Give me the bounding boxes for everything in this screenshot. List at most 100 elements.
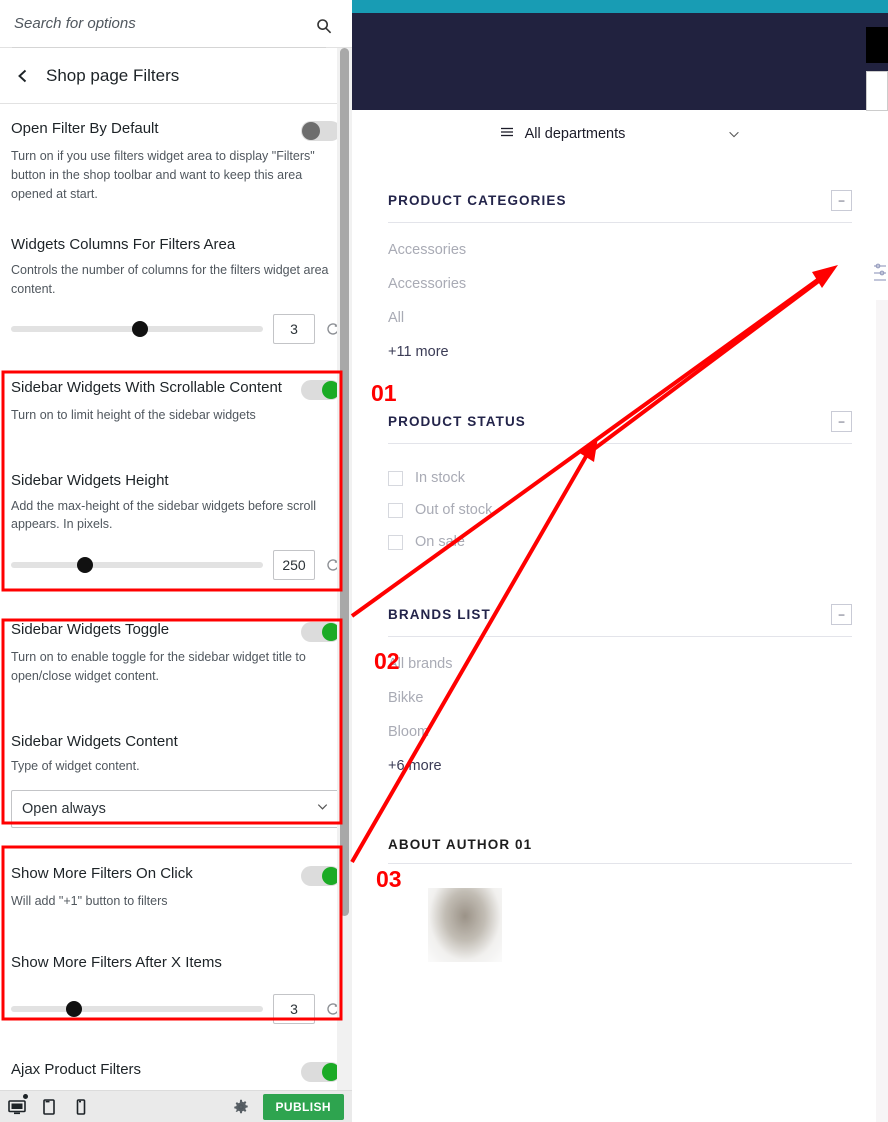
- list-item[interactable]: Accessories: [388, 233, 852, 267]
- hamburger-icon: [499, 124, 515, 145]
- divider: [388, 863, 852, 864]
- product-status-collapse-button[interactable]: −: [831, 411, 852, 432]
- control-show-more-filters-after-x-items: Show More Filters After X Items 3: [0, 921, 352, 1035]
- list-item[interactable]: Bloom: [388, 715, 852, 749]
- control-sidebar-widgets-with-scrollable-content: Sidebar Widgets With Scrollable Content …: [0, 354, 352, 435]
- sidebar-scrollbar-thumb[interactable]: [340, 48, 349, 916]
- widget-product-categories: PRODUCT CATEGORIES − Accessories Accesso…: [388, 158, 852, 369]
- gear-icon[interactable]: [233, 1099, 249, 1115]
- widget-about-author-01: ABOUT AUTHOR 01: [388, 783, 852, 962]
- widget-title: ABOUT AUTHOR 01: [388, 837, 533, 852]
- sidebar-widgets-content-select[interactable]: Open always: [11, 789, 341, 828]
- page-title: Shop page Filters: [46, 65, 180, 85]
- widgets-columns-slider[interactable]: [11, 321, 263, 338]
- checkbox-label: In stock: [415, 470, 465, 486]
- customizer-footer: PUBLISH: [0, 1090, 352, 1122]
- control-description: Add the max-height of the sidebar widget…: [11, 498, 317, 532]
- control-description: Will add "+1" button to filters: [11, 893, 168, 908]
- divider: [388, 636, 852, 637]
- control-description: Turn on if you use filters widget area t…: [11, 149, 315, 201]
- list-item[interactable]: Out of stock: [388, 494, 852, 526]
- publish-button[interactable]: PUBLISH: [262, 1093, 344, 1120]
- tablet-icon[interactable]: [40, 1098, 58, 1116]
- control-open-filter-by-default: Open Filter By Default Turn on if you us…: [0, 105, 352, 213]
- search-input[interactable]: [12, 14, 306, 33]
- widget-title: PRODUCT STATUS: [388, 414, 526, 429]
- chevron-down-icon: [727, 127, 741, 141]
- control-label: Sidebar Widgets Toggle: [11, 621, 170, 638]
- checkbox-in-stock[interactable]: [388, 470, 403, 486]
- control-sidebar-widgets-height: Sidebar Widgets Height Add the max-heigh…: [0, 435, 352, 590]
- sidebar-widgets-toggle-switch[interactable]: [301, 622, 341, 642]
- control-label: Open Filter By Default: [11, 120, 159, 137]
- back-chevron-icon[interactable]: [14, 67, 32, 85]
- control-description: Type of widget content.: [11, 759, 140, 773]
- all-departments-bar[interactable]: All departments: [352, 110, 888, 158]
- search-icon[interactable]: [316, 18, 332, 34]
- sidebar-widgets-height-value[interactable]: 250: [273, 550, 315, 580]
- header-light-block: [866, 71, 888, 111]
- widget-product-status: PRODUCT STATUS − In stock Out of stock O…: [388, 369, 852, 558]
- control-description: Turn on to enable toggle for the sidebar…: [11, 650, 306, 683]
- control-widgets-columns-for-filters-area: Widgets Columns For Filters Area Control…: [0, 213, 352, 354]
- widget-title: BRANDS LIST: [388, 607, 491, 622]
- panel-header: Shop page Filters: [0, 48, 352, 104]
- list-item[interactable]: Accessories: [388, 267, 852, 301]
- site-preview: All departments PRODUCT CATEGORIES − Acc…: [352, 0, 888, 1122]
- filter-sliders-icon[interactable]: [874, 262, 888, 284]
- list-item[interactable]: Bikke: [388, 681, 852, 715]
- widgets-columns-value[interactable]: 3: [273, 314, 315, 345]
- brands-list-collapse-button[interactable]: −: [831, 604, 852, 625]
- control-description: Turn on to limit height of the sidebar w…: [11, 408, 256, 423]
- header-dark-block: [866, 27, 888, 63]
- control-sidebar-widgets-content: Sidebar Widgets Content Type of widget c…: [0, 696, 352, 838]
- sidebar-widgets-scrollable-toggle[interactable]: [301, 380, 341, 401]
- desktop-icon[interactable]: [8, 1098, 26, 1116]
- preview-right-edge-panel: [876, 300, 888, 1122]
- all-departments-label: All departments: [524, 126, 626, 142]
- checkbox-label: On sale: [415, 534, 465, 550]
- show-more-filters-toggle[interactable]: [301, 865, 341, 886]
- widget-title: PRODUCT CATEGORIES: [388, 193, 567, 208]
- widget-brands-list: BRANDS LIST − All brands Bikke Bloom +6 …: [388, 558, 852, 783]
- chevron-down-icon: [315, 799, 330, 818]
- status-checkbox-list: In stock Out of stock On sale: [388, 462, 852, 558]
- product-categories-collapse-button[interactable]: −: [831, 190, 852, 211]
- sidebar-widgets-height-slider[interactable]: [11, 557, 263, 573]
- open-filter-by-default-toggle[interactable]: [301, 121, 341, 141]
- list-item[interactable]: In stock: [388, 462, 852, 494]
- control-label: Show More Filters On Click: [11, 864, 193, 882]
- control-label: Sidebar Widgets Content: [11, 732, 178, 750]
- control-label: Show More Filters After X Items: [11, 953, 222, 971]
- category-list: Accessories Accessories All +11 more: [388, 233, 852, 369]
- control-label: Sidebar Widgets With Scrollable Content: [11, 379, 282, 397]
- controls-list: Open Filter By Default Turn on if you us…: [0, 105, 352, 1122]
- list-item[interactable]: All brands: [388, 647, 852, 681]
- checkbox-on-sale[interactable]: [388, 534, 403, 550]
- control-description: Controls the number of columns for the f…: [11, 262, 329, 296]
- control-sidebar-widgets-toggle: Sidebar Widgets Toggle Turn on to enable…: [0, 590, 352, 696]
- select-value: Open always: [22, 800, 106, 817]
- show-more-link[interactable]: +6 more: [388, 749, 852, 783]
- search-underline: [12, 47, 326, 48]
- control-show-more-filters-on-click: Show More Filters On Click Will add "+1"…: [0, 838, 352, 921]
- checkbox-label: Out of stock: [415, 502, 493, 518]
- control-label: Widgets Columns For Filters Area: [11, 236, 236, 254]
- search-bar: [0, 0, 352, 48]
- site-header: [352, 13, 888, 111]
- show-more-link[interactable]: +11 more: [388, 335, 852, 369]
- show-more-filters-value[interactable]: 3: [273, 994, 315, 1024]
- checkbox-out-of-stock[interactable]: [388, 502, 403, 518]
- list-item[interactable]: All: [388, 301, 852, 335]
- ajax-product-filters-toggle[interactable]: [301, 1062, 341, 1082]
- customizer-sidebar: Shop page Filters Open Filter By Default…: [0, 0, 353, 1122]
- top-accent-bar: [352, 0, 888, 13]
- brands-list: All brands Bikke Bloom +6 more: [388, 647, 852, 783]
- control-label: Sidebar Widgets Height: [11, 472, 169, 489]
- author-avatar: [428, 888, 502, 962]
- list-item[interactable]: On sale: [388, 526, 852, 558]
- show-more-filters-slider[interactable]: [11, 1001, 263, 1017]
- divider: [388, 222, 852, 223]
- mobile-icon[interactable]: [72, 1098, 90, 1116]
- control-label: Ajax Product Filters: [11, 1061, 142, 1078]
